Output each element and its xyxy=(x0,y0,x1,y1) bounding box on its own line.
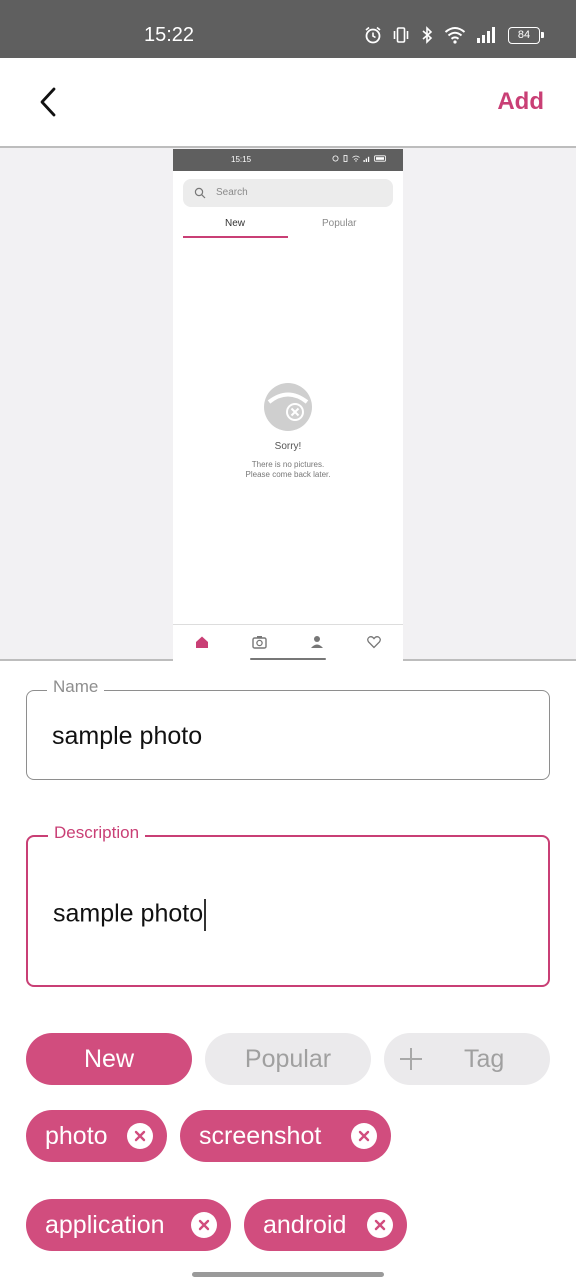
preview-alarm-icon xyxy=(332,155,339,162)
preview-search-bar: Search xyxy=(183,179,393,207)
tag-label: application xyxy=(45,1211,165,1239)
back-button[interactable] xyxy=(30,82,66,122)
tag-chip-screenshot: screenshot xyxy=(180,1110,391,1162)
vibrate-icon xyxy=(393,27,409,43)
preview-search-icon xyxy=(194,187,206,199)
battery-level: 84 xyxy=(517,29,531,41)
top-app-bar: Add xyxy=(0,58,576,148)
preview-tab-new: New xyxy=(225,218,246,229)
chip-popular[interactable]: Popular xyxy=(205,1033,371,1085)
status-time: 15:22 xyxy=(144,24,195,46)
screenshot-preview: 15:15 Search New Popular Sorry! There is… xyxy=(173,149,403,661)
tag-label: photo xyxy=(45,1122,108,1150)
preview-tab-indicator xyxy=(183,236,288,238)
preview-search-placeholder: Search xyxy=(216,187,248,198)
plus-icon xyxy=(400,1048,422,1070)
remove-tag-icon[interactable] xyxy=(351,1123,377,1149)
add-button[interactable]: Add xyxy=(497,88,544,116)
preview-camera-icon xyxy=(252,636,267,649)
add-tag-label: Tag xyxy=(464,1045,505,1073)
name-field-label: Name xyxy=(47,677,105,697)
chip-popular-label: Popular xyxy=(244,1044,332,1073)
preview-person-icon xyxy=(311,636,323,648)
remove-tag-icon[interactable] xyxy=(191,1212,217,1238)
tag-chip-application: application xyxy=(26,1199,231,1251)
status-bar: 15:22 84 xyxy=(0,0,576,58)
preview-empty-line-2: Please come back later. xyxy=(245,470,331,479)
text-cursor xyxy=(204,899,207,931)
preview-status-time: 15:15 xyxy=(231,155,252,164)
preview-empty-line-1: There is no pictures. xyxy=(251,460,325,469)
name-field-value[interactable]: sample photo xyxy=(52,722,202,751)
add-tag-chip[interactable]: Tag xyxy=(384,1033,550,1085)
tag-label: android xyxy=(263,1211,347,1239)
preview-empty-title: Sorry! xyxy=(274,441,302,452)
preview-battery-icon xyxy=(374,155,386,162)
preview-home-icon xyxy=(196,636,208,648)
status-icons: 84 xyxy=(364,26,544,44)
bluetooth-icon xyxy=(422,26,433,44)
preview-status-bar: 15:15 xyxy=(173,149,403,171)
preview-signal-icon xyxy=(363,156,370,162)
alarm-icon xyxy=(365,26,381,44)
image-preview-area: 15:15 Search New Popular Sorry! There is… xyxy=(0,148,576,661)
preview-vibrate-icon xyxy=(343,155,348,162)
signal-icon xyxy=(477,27,495,43)
preview-heart-icon xyxy=(367,636,381,649)
preview-empty-state xyxy=(173,381,403,435)
description-field-label: Description xyxy=(48,823,146,843)
empty-picture-icon xyxy=(264,383,312,431)
wifi-icon xyxy=(444,27,466,44)
preview-bottom-nav xyxy=(173,624,403,661)
name-field[interactable]: Name sample photo xyxy=(26,677,550,780)
tag-label: screenshot xyxy=(199,1122,322,1150)
preview-wifi-icon xyxy=(352,155,360,162)
preview-status-icons xyxy=(332,155,387,162)
remove-tag-icon[interactable] xyxy=(367,1212,393,1238)
arrow-back-icon xyxy=(40,87,56,117)
description-field-value[interactable]: sample photo xyxy=(53,900,203,928)
chip-new-label: New xyxy=(83,1044,134,1073)
preview-empty-message: There is no pictures. Please come back l… xyxy=(173,460,403,480)
preview-tab-popular: Popular xyxy=(322,218,357,229)
tag-chip-android: android xyxy=(244,1199,407,1251)
gesture-nav-bar[interactable] xyxy=(192,1272,384,1277)
tag-chip-photo: photo xyxy=(26,1110,167,1162)
remove-tag-icon[interactable] xyxy=(127,1123,153,1149)
preview-nav-indicator xyxy=(250,658,326,660)
description-field-value-wrap[interactable]: sample photo xyxy=(53,899,207,931)
battery-icon: 84 xyxy=(508,26,544,44)
description-field[interactable]: Description sample photo xyxy=(26,823,550,987)
chip-new[interactable]: New xyxy=(26,1033,192,1085)
